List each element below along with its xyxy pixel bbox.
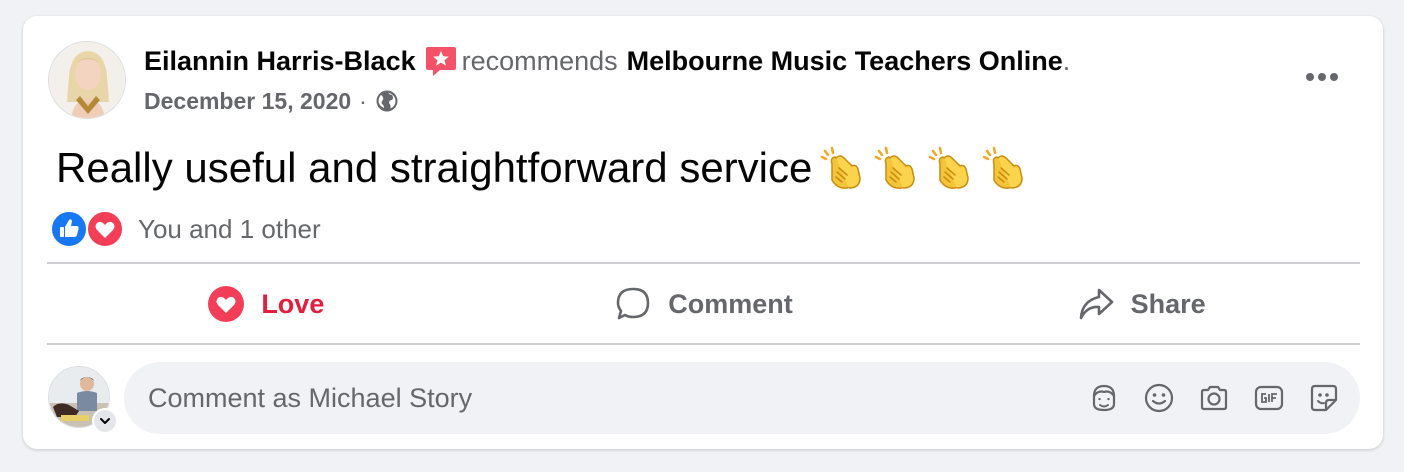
more-options-button[interactable]: [1300, 60, 1344, 94]
sticker-icon[interactable]: [1304, 378, 1344, 418]
gif-icon[interactable]: [1249, 378, 1289, 418]
reaction-icons: [50, 210, 130, 248]
comment-icon: [616, 287, 650, 320]
clapping-hands-emoji: [980, 144, 1028, 192]
recommend-badge-icon: [424, 44, 458, 78]
comment-label: Comment: [668, 288, 793, 319]
love-reaction-icon: [86, 210, 124, 248]
share-label: Share: [1130, 288, 1206, 319]
commenter-avatar[interactable]: [48, 366, 118, 434]
post-body: Really useful and straightforward servic…: [56, 142, 1028, 194]
comment-button[interactable]: Comment: [485, 266, 923, 342]
header-period: .: [1062, 46, 1071, 76]
page-name-link[interactable]: Melbourne Music Teachers Online: [627, 44, 1063, 78]
clapping-hands-emoji: [818, 144, 866, 192]
camera-icon[interactable]: [1194, 378, 1234, 418]
reaction-summary[interactable]: You and 1 other: [50, 210, 321, 248]
avatar-sticker-icon[interactable]: [1084, 378, 1124, 418]
clapping-hands-emoji: [872, 144, 920, 192]
divider: [47, 262, 1360, 264]
love-icon: [208, 286, 245, 322]
recommends-verb: recommends: [461, 46, 618, 76]
comment-box: [124, 362, 1360, 434]
reaction-count-text[interactable]: You and 1 other: [138, 214, 321, 245]
love-button[interactable]: Love: [47, 266, 485, 342]
divider: [47, 343, 1360, 345]
comment-input[interactable]: [148, 378, 1048, 418]
post-text: Really useful and straightforward servic…: [56, 144, 813, 191]
clapping-hands-emoji: [926, 144, 974, 192]
author-avatar[interactable]: [48, 41, 126, 119]
love-label: Love: [261, 288, 325, 319]
post-meta: December 15, 2020 ·: [144, 86, 399, 116]
author-name[interactable]: Eilannin Harris-Black: [144, 44, 416, 78]
post-card: Eilannin Harris-Black recommends Melbour…: [23, 16, 1383, 449]
like-reaction-icon: [50, 210, 88, 248]
meta-separator: ·: [359, 88, 367, 114]
post-date[interactable]: December 15, 2020: [144, 86, 351, 116]
chevron-down-icon[interactable]: [92, 408, 118, 434]
emoji-icon[interactable]: [1139, 378, 1179, 418]
comment-tools: [1069, 378, 1344, 418]
share-icon: [1079, 288, 1113, 320]
globe-icon[interactable]: [375, 89, 399, 113]
ellipsis-icon: [1306, 73, 1338, 81]
action-bar: Love Comment Share: [47, 266, 1360, 342]
post-header: Eilannin Harris-Black recommends Melbour…: [144, 44, 1070, 78]
share-button[interactable]: Share: [922, 266, 1360, 342]
